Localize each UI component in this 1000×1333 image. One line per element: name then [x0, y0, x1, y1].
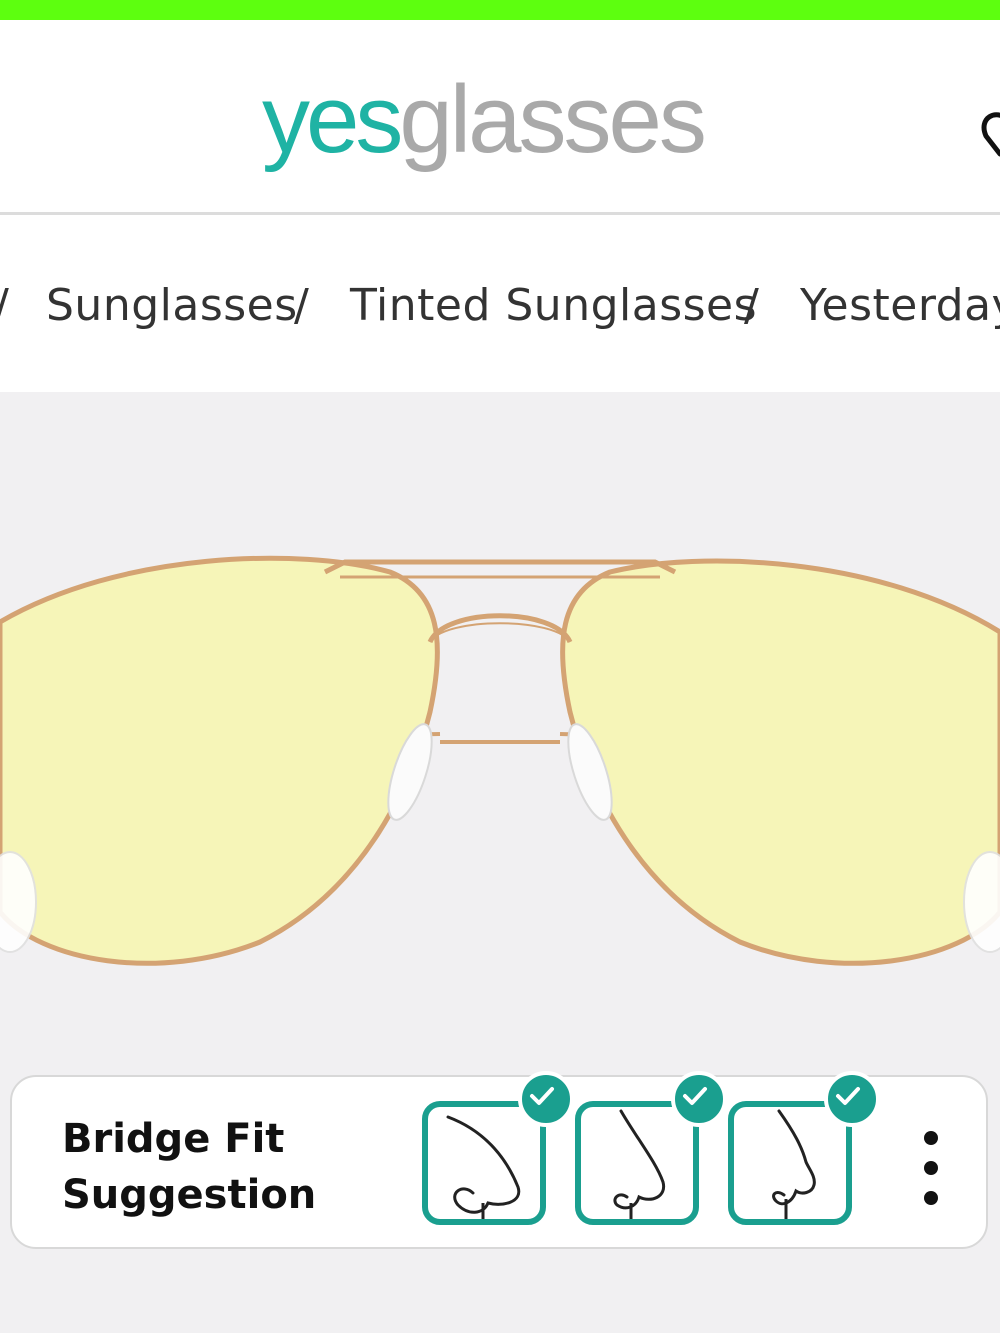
- bridge-option-low[interactable]: [422, 1071, 574, 1225]
- breadcrumb: / Sunglasses / Tinted Sunglasses / Yeste…: [0, 280, 1000, 340]
- bridge-option-medium[interactable]: [575, 1071, 727, 1225]
- checkmark-icon: [671, 1071, 727, 1127]
- high-bridge-nose-icon: [772, 1109, 816, 1219]
- wishlist-heart-icon[interactable]: [978, 98, 1000, 168]
- more-dot: [924, 1131, 938, 1145]
- breadcrumb-separator: /: [0, 280, 9, 331]
- bridge-fit-title-line1: Bridge Fit: [62, 1116, 285, 1162]
- breadcrumb-separator: /: [294, 280, 310, 331]
- more-dot: [924, 1161, 938, 1175]
- more-options-icon[interactable]: [920, 1131, 944, 1211]
- breadcrumb-yesterday: Yesterday: [800, 280, 1000, 331]
- checkmark-icon: [518, 1071, 574, 1127]
- bridge-option-high[interactable]: [728, 1071, 880, 1225]
- site-header: yesglasses: [0, 20, 1000, 213]
- status-top-bar: [0, 0, 1000, 20]
- header-divider: [0, 212, 1000, 215]
- low-bridge-nose-icon: [446, 1115, 521, 1219]
- bridge-fit-card: Bridge Fit Suggestion: [10, 1071, 988, 1249]
- bridge-fit-title: Bridge Fit Suggestion: [62, 1111, 362, 1223]
- checkmark-icon: [824, 1071, 880, 1127]
- aviator-sunglasses-image: [0, 555, 1000, 966]
- breadcrumb-sunglasses[interactable]: Sunglasses: [46, 280, 298, 331]
- bridge-fit-title-line2: Suggestion: [62, 1172, 317, 1218]
- more-dot: [924, 1191, 938, 1205]
- logo-glasses-text: glasses: [399, 66, 706, 173]
- yesglasses-logo[interactable]: yesglasses: [262, 66, 707, 202]
- breadcrumb-tinted-sunglasses[interactable]: Tinted Sunglasses: [350, 280, 757, 331]
- medium-bridge-nose-icon: [613, 1109, 666, 1219]
- logo-yes-text: yes: [262, 66, 403, 173]
- breadcrumb-separator: /: [744, 280, 760, 331]
- product-image-area: Bridge Fit Suggestion: [0, 392, 1000, 1333]
